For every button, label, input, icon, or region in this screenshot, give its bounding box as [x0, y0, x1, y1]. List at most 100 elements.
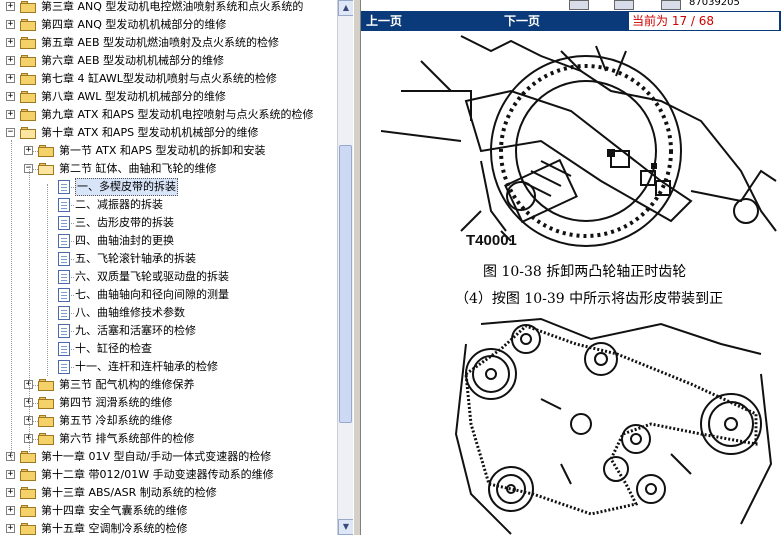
tree-item[interactable]: 七、曲轴轴向和径向间隙的测量 — [0, 286, 337, 304]
folder-icon — [20, 55, 36, 67]
tree-item-label[interactable]: 第三章 ANQ 型发动机电控燃油喷射系统和点火系统的 — [41, 0, 303, 16]
prev-page-button[interactable]: 上一页 — [366, 13, 402, 29]
figure-caption: 图 10-38 拆卸两凸轮轴正时齿轮 — [483, 264, 687, 280]
tree-item[interactable]: + 第五节 冷却系统的维修 — [0, 412, 337, 430]
tree-item-label[interactable]: 六、双质量飞轮或驱动盘的拆装 — [75, 268, 229, 286]
tree-item[interactable]: + 第一节 ATX 和APS 型发动机的拆卸和安装 — [0, 142, 337, 160]
expand-toggle-icon[interactable]: + — [24, 146, 33, 155]
tree-item[interactable]: 一、多楔皮带的拆装 — [0, 178, 337, 196]
document-icon — [58, 252, 70, 266]
tree-item[interactable]: − 第二节 缸体、曲轴和飞轮的维修 — [0, 160, 337, 178]
tree-item-label[interactable]: 第四章 ANQ 型发动机机械部分的维修 — [41, 16, 226, 34]
tree-item[interactable]: 六、双质量飞轮或驱动盘的拆装 — [0, 268, 337, 286]
scroll-down-button[interactable]: ▼ — [338, 519, 354, 535]
tree-item-label[interactable]: 第三节 配气机构的维修保养 — [59, 376, 195, 394]
expand-toggle-icon[interactable]: + — [6, 2, 15, 11]
document-icon — [58, 342, 70, 356]
tree-guide-line — [47, 184, 48, 376]
tree-item[interactable]: + 第四章 ANQ 型发动机机械部分的维修 — [0, 16, 337, 34]
next-page-button[interactable]: 下一页 — [504, 13, 540, 29]
tree-item[interactable]: 十、缸径的检查 — [0, 340, 337, 358]
tree-item-label[interactable]: 七、曲轴轴向和径向间隙的测量 — [75, 286, 229, 304]
tree-item-label[interactable]: 第五节 冷却系统的维修 — [59, 412, 173, 430]
folder-open-icon — [20, 127, 36, 139]
tree-item-label[interactable]: 第六章 AEB 型发动机机械部分的维修 — [41, 52, 224, 70]
tree-item-label[interactable]: 第十章 ATX 和APS 型发动机机械部分的维修 — [41, 124, 259, 142]
tree-item-label[interactable]: 第十四章 安全气囊系统的维修 — [41, 502, 188, 520]
tree-item[interactable]: + 第十三章 ABS/ASR 制动系统的检修 — [0, 484, 337, 502]
scroll-up-button[interactable]: ▲ — [338, 0, 354, 16]
expand-toggle-icon[interactable]: + — [6, 110, 15, 119]
scroll-thumb[interactable] — [339, 145, 352, 423]
tree-item[interactable]: 四、曲轴油封的更换 — [0, 232, 337, 250]
tree-item-label[interactable]: 四、曲轴油封的更换 — [75, 232, 174, 250]
page-nav-bar: 上一页 下一页 当前为 17 / 68 — [361, 11, 781, 31]
folder-icon — [20, 523, 36, 535]
tree-item[interactable]: + 第四节 润滑系统的维修 — [0, 394, 337, 412]
tree-item-label[interactable]: 第九章 ATX 和APS 型发动机电控喷射与点火系统的检修 — [41, 106, 314, 124]
tree-item-label[interactable]: 第五章 AEB 型发动机燃油喷射及点火系统的检修 — [41, 34, 279, 52]
tree-item[interactable]: − 第十章 ATX 和APS 型发动机机械部分的维修 — [0, 124, 337, 142]
body-text: （4）按图 10-39 中所示将齿形皮带装到正 — [455, 291, 724, 307]
tree-item[interactable]: 二、减振器的拆装 — [0, 196, 337, 214]
tree-item-label[interactable]: 第六节 排气系统部件的检修 — [59, 430, 195, 448]
expand-toggle-icon[interactable]: + — [6, 74, 15, 83]
tree-item-label[interactable]: 第七章 4 缸AWL型发动机喷射与点火系统的检修 — [41, 70, 277, 88]
chapter-tree[interactable]: + 第三章 ANQ 型发动机电控燃油喷射系统和点火系统的 + 第四章 ANQ 型发动机… — [0, 0, 337, 535]
expand-toggle-icon[interactable]: + — [6, 470, 15, 479]
tree-item-label[interactable]: 第十三章 ABS/ASR 制动系统的检修 — [41, 484, 217, 502]
tree-item-label[interactable]: 九、活塞和活塞环的检修 — [75, 322, 196, 340]
document-icon — [58, 180, 70, 194]
tree-item[interactable]: + 第七章 4 缸AWL型发动机喷射与点火系统的检修 — [0, 70, 337, 88]
tree-item-label[interactable]: 第十五章 空调制冷系统的检修 — [41, 520, 188, 535]
tree-item-label[interactable]: 五、飞轮滚针轴承的拆装 — [75, 250, 196, 268]
tree-item-label[interactable]: 第二节 缸体、曲轴和飞轮的维修 — [59, 160, 217, 178]
document-code: 87039205 — [689, 0, 740, 8]
tree-item-label[interactable]: 一、多楔皮带的拆装 — [75, 178, 178, 196]
tree-item[interactable]: + 第三节 配气机构的维修保养 — [0, 376, 337, 394]
tree-scrollbar[interactable]: ▲ ▼ — [337, 0, 354, 535]
tree-item[interactable]: + 第十一章 01V 型自动/手动一体式变速器的检修 — [0, 448, 337, 466]
timing-belt-diagram — [454, 317, 773, 535]
tree-item[interactable]: + 第十五章 空调制冷系统的检修 — [0, 520, 337, 535]
expand-toggle-icon[interactable]: + — [6, 506, 15, 515]
expand-toggle-icon[interactable]: + — [6, 56, 15, 65]
toolbar-button-c[interactable] — [661, 0, 681, 10]
pane-splitter[interactable] — [353, 0, 361, 535]
tree-item-label[interactable]: 八、曲轴维修技术参数 — [75, 304, 185, 322]
tree-item[interactable]: 十一、连杆和连杆轴承的检修 — [0, 358, 337, 376]
expand-toggle-icon[interactable]: + — [6, 488, 15, 497]
tree-item-label[interactable]: 第八章 AWL 型发动机机械部分的维修 — [41, 88, 226, 106]
tree-item-label[interactable]: 第十二章 带012/01W 手动变速器传动系的维修 — [41, 466, 274, 484]
toolbar-button-b[interactable] — [614, 0, 634, 10]
tree-item[interactable]: + 第八章 AWL 型发动机机械部分的维修 — [0, 88, 337, 106]
folder-icon — [20, 469, 36, 481]
expand-toggle-icon[interactable]: + — [6, 524, 15, 533]
folder-icon — [20, 73, 36, 85]
tree-item[interactable]: + 第九章 ATX 和APS 型发动机电控喷射与点火系统的检修 — [0, 106, 337, 124]
tree-item[interactable]: + 第六章 AEB 型发动机机械部分的维修 — [0, 52, 337, 70]
toolbar-button-a[interactable] — [569, 0, 589, 10]
tree-item-label[interactable]: 十一、连杆和连杆轴承的检修 — [75, 358, 218, 376]
tree-item-label[interactable]: 十、缸径的检查 — [75, 340, 152, 358]
collapse-toggle-icon[interactable]: − — [6, 128, 15, 137]
tree-item[interactable]: + 第三章 ANQ 型发动机电控燃油喷射系统和点火系统的 — [0, 0, 337, 16]
expand-toggle-icon[interactable]: + — [6, 20, 15, 29]
tree-item[interactable]: 八、曲轴维修技术参数 — [0, 304, 337, 322]
expand-toggle-icon[interactable]: + — [6, 38, 15, 47]
tree-item-label[interactable]: 第四节 润滑系统的维修 — [59, 394, 173, 412]
document-icon — [58, 306, 70, 320]
tree-item[interactable]: + 第六节 排气系统部件的检修 — [0, 430, 337, 448]
tree-item-label[interactable]: 第一节 ATX 和APS 型发动机的拆卸和安装 — [59, 142, 266, 160]
tree-item[interactable]: 三、齿形皮带的拆装 — [0, 214, 337, 232]
tree-item[interactable]: 五、飞轮滚针轴承的拆装 — [0, 250, 337, 268]
expand-toggle-icon[interactable]: + — [6, 92, 15, 101]
tree-item-label[interactable]: 第十一章 01V 型自动/手动一体式变速器的检修 — [41, 448, 271, 466]
tree-item[interactable]: 九、活塞和活塞环的检修 — [0, 322, 337, 340]
tree-item[interactable]: + 第十四章 安全气囊系统的维修 — [0, 502, 337, 520]
folder-icon — [20, 37, 36, 49]
tree-item[interactable]: + 第十二章 带012/01W 手动变速器传动系的维修 — [0, 466, 337, 484]
tree-item-label[interactable]: 二、减振器的拆装 — [75, 196, 163, 214]
tree-item-label[interactable]: 三、齿形皮带的拆装 — [75, 214, 174, 232]
tree-item[interactable]: + 第五章 AEB 型发动机燃油喷射及点火系统的检修 — [0, 34, 337, 52]
